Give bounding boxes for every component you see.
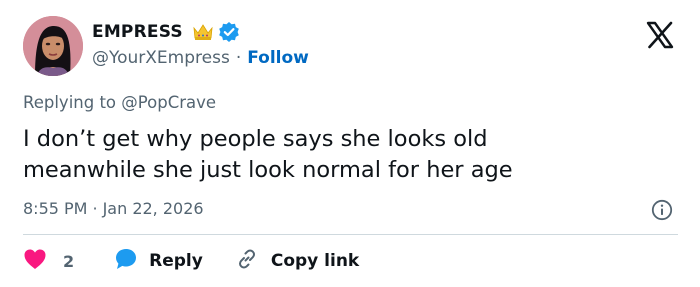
- action-bar: 2 Reply Copy link: [23, 248, 359, 274]
- author-handle-row: @YourXEmpress · Follow: [92, 48, 309, 68]
- avatar[interactable]: [23, 16, 83, 76]
- tweet-timestamp[interactable]: 8:55 PM · Jan 22, 2026: [23, 199, 204, 218]
- speech-bubble-icon: [114, 247, 138, 275]
- follow-button[interactable]: Follow: [247, 48, 309, 68]
- copy-link-label: Copy link: [270, 251, 360, 271]
- crown-icon: [192, 22, 214, 42]
- link-icon: [235, 247, 259, 275]
- tweet-text-line: meanwhile she just look normal for her a…: [23, 157, 513, 183]
- x-logo-icon[interactable]: [645, 20, 675, 50]
- handle-separator: ·: [235, 48, 242, 68]
- tweet-date: Jan 22, 2026: [102, 199, 204, 218]
- like-count: 2: [63, 251, 75, 271]
- heart-icon: [23, 248, 47, 274]
- tweet-card: EMPRESS @YourXEmpress · Follow Replying …: [0, 0, 700, 287]
- author-display-name[interactable]: EMPRESS: [92, 22, 183, 42]
- like-button[interactable]: 2: [23, 248, 74, 274]
- author-handle[interactable]: @YourXEmpress: [92, 48, 230, 68]
- copy-link-button[interactable]: Copy link: [235, 247, 359, 275]
- timestamp-separator: ·: [92, 199, 98, 218]
- reply-button[interactable]: Reply: [114, 247, 203, 275]
- author-name-row: EMPRESS: [92, 21, 240, 43]
- tweet-text: I don’t get why people says she looks ol…: [23, 124, 673, 186]
- verified-badge-icon: [218, 21, 240, 43]
- tweet-time: 8:55 PM: [23, 199, 88, 218]
- divider: [23, 234, 678, 235]
- info-icon[interactable]: [651, 199, 673, 221]
- reply-label: Reply: [149, 251, 203, 271]
- tweet-text-line: I don’t get why people says she looks ol…: [23, 126, 488, 152]
- replying-to-context[interactable]: Replying to @PopCrave: [23, 93, 216, 112]
